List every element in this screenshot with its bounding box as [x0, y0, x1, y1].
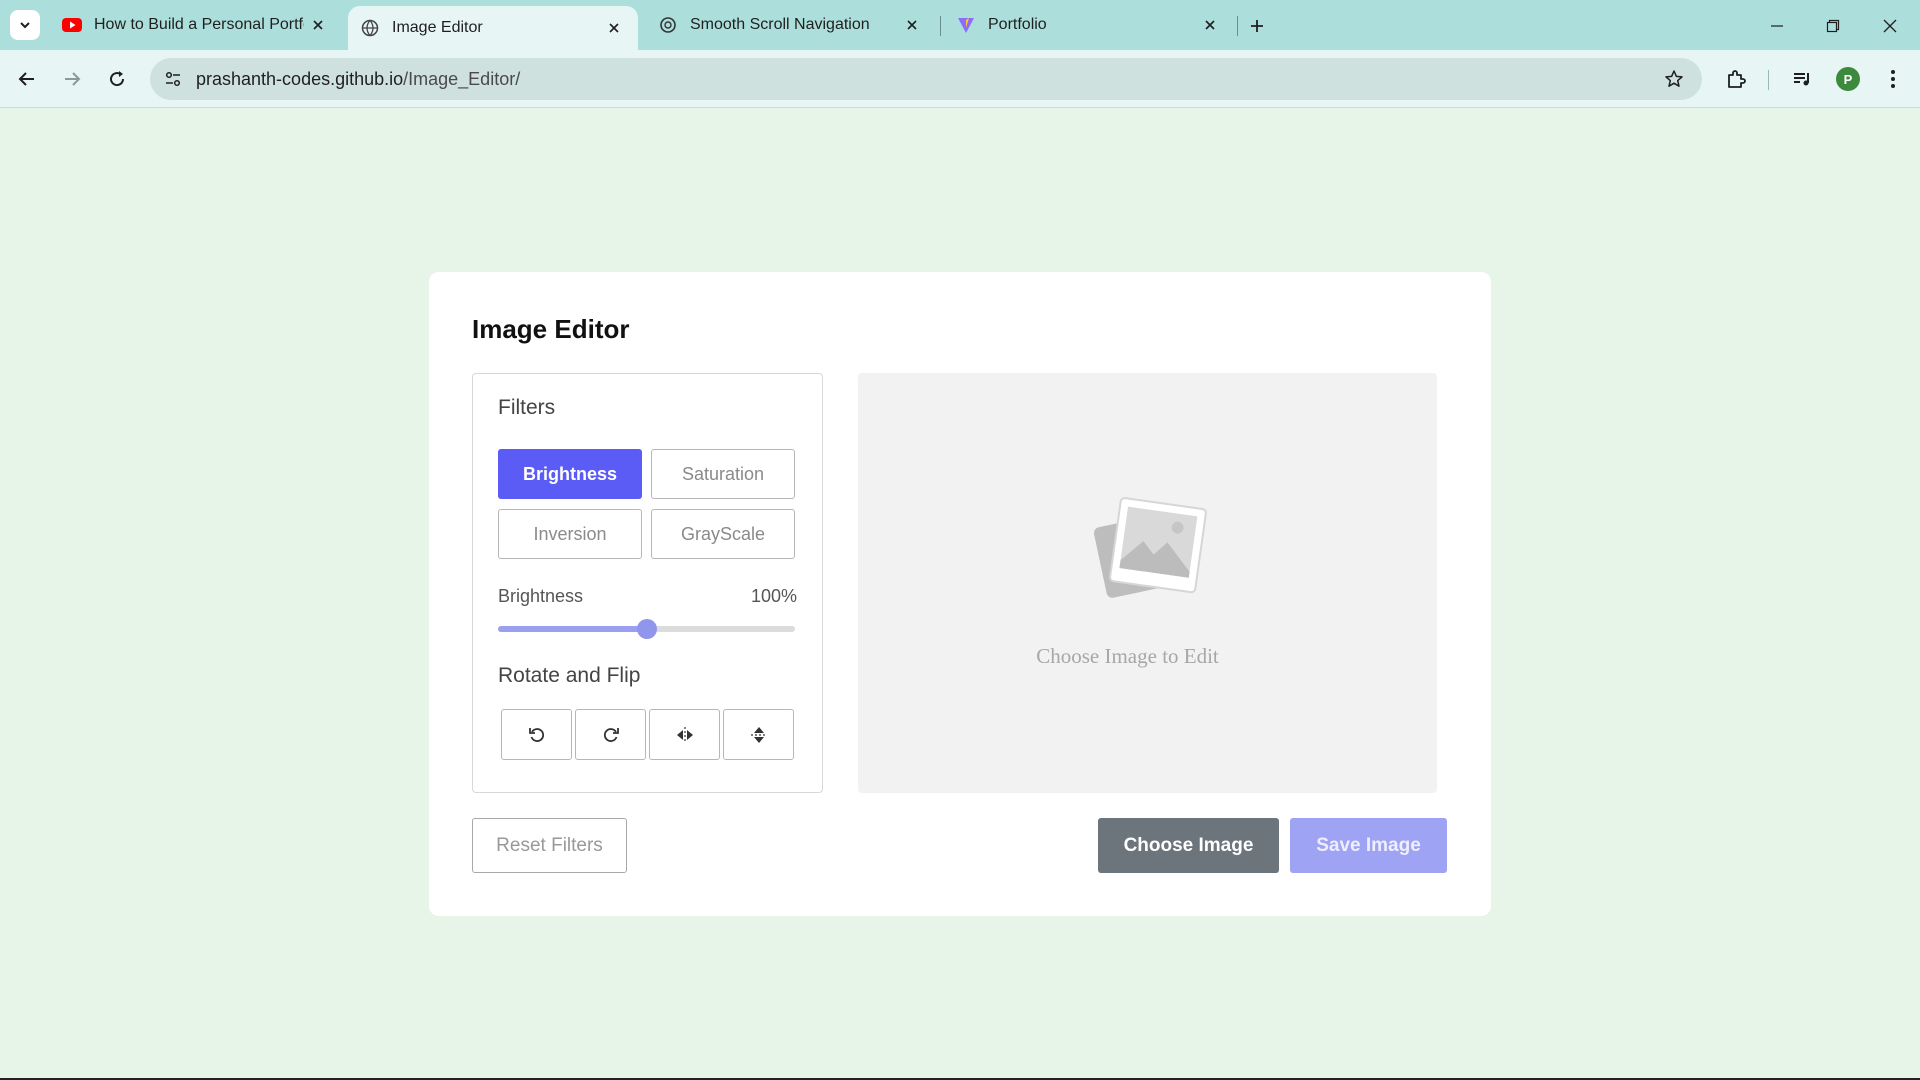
- flip-horizontal-button[interactable]: [649, 709, 720, 760]
- bookmark-star-icon[interactable]: [1662, 67, 1686, 91]
- tab-youtube[interactable]: How to Build a Personal Portfoli: [50, 8, 342, 42]
- tab-title: How to Build a Personal Portfoli: [94, 16, 304, 33]
- close-icon[interactable]: [902, 15, 922, 35]
- close-icon: [1883, 19, 1897, 33]
- arrow-left-icon: [18, 72, 34, 86]
- url-host: prashanth-codes.github.io: [196, 69, 404, 89]
- brightness-slider[interactable]: [498, 619, 795, 639]
- image-placeholder-icon: [1091, 493, 1207, 608]
- filter-inversion-button[interactable]: Inversion: [498, 509, 642, 559]
- tab-smooth-scroll[interactable]: Smooth Scroll Navigation: [646, 8, 936, 42]
- restore-icon: [1826, 19, 1840, 33]
- filter-saturation-button[interactable]: Saturation: [651, 449, 795, 499]
- tab-title: Smooth Scroll Navigation: [690, 16, 870, 33]
- vite-icon: [956, 15, 976, 35]
- tab-title: Portfolio: [988, 16, 1047, 33]
- tab-image-editor[interactable]: Image Editor: [348, 6, 638, 50]
- slider-label: Brightness: [498, 586, 584, 606]
- reset-filters-button[interactable]: Reset Filters: [472, 818, 627, 873]
- url-path: /Image_Editor/: [403, 69, 521, 89]
- page-title: Image Editor: [472, 314, 630, 344]
- tab-separator: [940, 16, 941, 36]
- rotate-right-button[interactable]: [575, 709, 646, 760]
- image-editor-card: Image Editor Filters Brightness Saturati…: [429, 272, 1491, 916]
- rotate-left-button[interactable]: [501, 709, 572, 760]
- flip-horizontal-icon: [676, 726, 693, 743]
- media-queue-icon: [1794, 73, 1809, 86]
- youtube-icon: [62, 15, 82, 35]
- flip-vertical-icon: [750, 726, 767, 743]
- chevron-down-icon: [20, 22, 30, 29]
- more-vertical-icon: [1891, 70, 1895, 88]
- close-window-button[interactable]: [1876, 12, 1904, 40]
- url-text: prashanth-codes.github.io/Image_Editor/: [196, 69, 520, 90]
- reload-icon: [110, 71, 125, 87]
- close-icon[interactable]: [1200, 15, 1220, 35]
- filter-brightness-button[interactable]: Brightness: [498, 449, 642, 499]
- tab-portfolio[interactable]: Portfolio: [944, 8, 1234, 42]
- save-image-button[interactable]: Save Image: [1290, 818, 1447, 873]
- address-bar[interactable]: prashanth-codes.github.io/Image_Editor/: [150, 58, 1702, 100]
- close-icon[interactable]: [308, 15, 328, 35]
- menu-button[interactable]: [1878, 64, 1908, 94]
- choose-image-button[interactable]: Choose Image: [1098, 818, 1279, 873]
- image-preview: Choose Image to Edit: [858, 373, 1437, 793]
- close-icon[interactable]: [604, 18, 624, 38]
- preview-placeholder-text: Choose Image to Edit: [1036, 644, 1219, 668]
- minimize-button[interactable]: [1763, 12, 1791, 40]
- profile-avatar[interactable]: P: [1836, 67, 1860, 91]
- plus-icon: [1251, 20, 1263, 32]
- back-button[interactable]: [12, 64, 42, 94]
- minimize-icon: [1771, 25, 1783, 27]
- editor-controls-panel: Filters Brightness Saturation Inversion …: [472, 373, 823, 793]
- slider-fill: [498, 626, 647, 632]
- flip-vertical-button[interactable]: [723, 709, 794, 760]
- rotate-left-icon: [528, 727, 544, 742]
- new-tab-button[interactable]: [1243, 12, 1271, 40]
- slider-thumb[interactable]: [636, 619, 657, 639]
- toolbar-separator: [1768, 70, 1769, 90]
- filter-grayscale-button[interactable]: GrayScale: [651, 509, 795, 559]
- puzzle-icon: [1728, 70, 1746, 88]
- forward-button[interactable]: [57, 64, 87, 94]
- media-controls-button[interactable]: [1787, 64, 1817, 94]
- tab-title: Image Editor: [392, 19, 483, 36]
- reload-button[interactable]: [102, 64, 132, 94]
- rotate-right-icon: [603, 727, 619, 742]
- restore-button[interactable]: [1819, 12, 1847, 40]
- site-info-icon[interactable]: [160, 66, 186, 92]
- globe-icon: [360, 18, 380, 38]
- slider-value: 100%: [750, 586, 797, 606]
- arrow-right-icon: [65, 72, 81, 86]
- openai-icon: [658, 15, 678, 35]
- extensions-button[interactable]: [1721, 64, 1751, 94]
- rotate-flip-title: Rotate and Flip: [498, 664, 641, 687]
- filters-title: Filters: [498, 396, 556, 419]
- browser-toolbar: prashanth-codes.github.io/Image_Editor/: [0, 50, 1920, 108]
- tab-search-button[interactable]: [10, 10, 40, 40]
- tab-strip: How to Build a Personal Portfoli Image E…: [0, 0, 1920, 50]
- tab-separator: [1237, 16, 1238, 36]
